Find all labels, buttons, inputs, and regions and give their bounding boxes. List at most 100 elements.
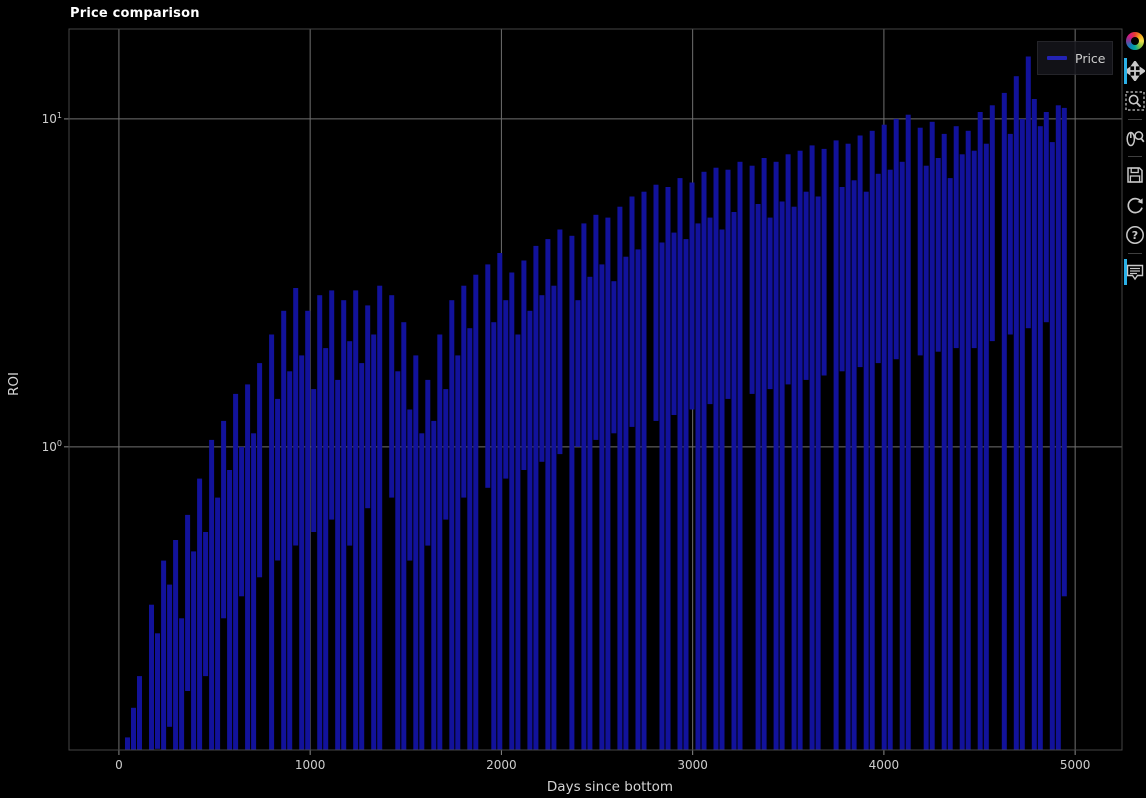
price-series-stroke [335, 380, 340, 750]
legend-line-swatch [1047, 56, 1067, 60]
x-axis-label: Days since bottom [460, 779, 760, 795]
price-series-stroke [347, 341, 352, 545]
legend: Price [1037, 41, 1113, 75]
price-series-stroke [978, 112, 983, 750]
price-series-stroke [660, 243, 665, 751]
price-series-stroke [431, 421, 436, 750]
price-series-stroke [533, 246, 538, 750]
plot-canvas[interactable] [0, 0, 1146, 798]
price-series-stroke [876, 174, 881, 363]
price-series-stroke [155, 633, 160, 749]
price-series-stroke [353, 290, 358, 750]
active-tool-indicator [1124, 259, 1127, 285]
price-series-stroke [389, 295, 394, 497]
price-series-stroke [527, 311, 532, 750]
price-series-stroke [557, 230, 562, 455]
price-series-stroke [185, 515, 190, 691]
price-series-stroke [774, 162, 779, 750]
price-series-stroke [623, 257, 628, 750]
x-tick-label: 1000 [280, 758, 340, 772]
price-series-stroke [834, 140, 839, 750]
price-series-stroke [720, 230, 725, 751]
reset-tool-icon[interactable] [1124, 194, 1146, 216]
price-series-stroke [551, 286, 556, 750]
price-series-stroke [491, 322, 496, 750]
price-series-stroke [822, 149, 827, 376]
price-series-stroke [654, 185, 659, 421]
price-series-stroke [960, 154, 965, 750]
price-series-stroke [209, 440, 214, 750]
price-series-stroke [191, 551, 196, 750]
price-series-stroke [780, 202, 785, 751]
price-series-stroke [569, 236, 574, 750]
price-series-stroke [221, 421, 226, 618]
price-series-stroke [636, 249, 641, 750]
price-series-stroke [792, 207, 797, 750]
price-series-stroke [798, 151, 803, 750]
toolbar-separator [1128, 119, 1142, 120]
price-series-stroke [852, 180, 857, 750]
price-series-stroke [894, 119, 899, 359]
price-series-stroke [407, 410, 412, 561]
price-series-stroke [377, 286, 382, 750]
price-series-stroke [161, 561, 166, 750]
active-tool-indicator [1124, 58, 1127, 84]
bokeh-toolbar: ? [1124, 26, 1146, 287]
price-series-stroke [419, 433, 424, 750]
price-series-stroke [1062, 108, 1067, 596]
price-series-stroke [293, 288, 298, 546]
price-series-stroke [227, 470, 232, 750]
price-series-stroke [251, 433, 256, 750]
price-series-stroke [1026, 57, 1031, 329]
price-series-stroke [942, 134, 947, 750]
save-icon [1125, 165, 1145, 185]
price-series-stroke [509, 273, 514, 751]
price-series-stroke [449, 300, 454, 750]
y-axis-label: ROI [6, 344, 22, 424]
price-series-stroke [257, 363, 262, 577]
price-series-stroke [678, 178, 683, 750]
price-series-stroke [1002, 93, 1007, 750]
help-tool-icon[interactable]: ? [1124, 224, 1146, 246]
price-series-stroke [936, 158, 941, 352]
price-series-stroke [714, 168, 719, 750]
price-series-stroke [395, 371, 400, 750]
price-series-stroke [858, 136, 863, 368]
box-zoom-tool-icon[interactable] [1124, 90, 1146, 112]
x-tick-label: 2000 [471, 758, 531, 772]
price-series-stroke [1032, 99, 1037, 750]
price-series-stroke [311, 389, 316, 532]
price-series-stroke [666, 187, 671, 750]
pan-tool-icon[interactable] [1124, 60, 1146, 82]
price-series-stroke [690, 183, 695, 410]
price-series-stroke [990, 105, 995, 341]
price-series-stroke [756, 204, 761, 750]
price-series-stroke [215, 498, 220, 750]
price-series-stroke [521, 261, 526, 471]
price-series-stroke [131, 708, 136, 750]
price-series-stroke [816, 197, 821, 751]
price-series-stroke [617, 207, 622, 750]
y-tick-label: 100 [4, 439, 62, 454]
price-series-stroke [275, 399, 280, 561]
price-series-stroke [371, 335, 376, 751]
price-series-stroke [684, 239, 689, 750]
price-series-stroke [1008, 134, 1013, 335]
price-series-stroke [497, 253, 502, 750]
price-series-stroke [804, 192, 809, 380]
price-series-stroke [726, 170, 731, 399]
price-series-stroke [1050, 142, 1055, 750]
pan-icon [1125, 61, 1145, 81]
price-series-stroke [672, 233, 677, 415]
price-series-stroke [906, 115, 911, 750]
bokeh-logo[interactable] [1124, 30, 1146, 52]
price-series-stroke [930, 122, 935, 750]
box-zoom-icon [1125, 91, 1145, 111]
price-series-stroke [762, 158, 767, 750]
price-series-stroke [125, 737, 130, 750]
save-tool-icon[interactable] [1124, 164, 1146, 186]
price-series-stroke [461, 286, 466, 498]
hover-tool-icon[interactable] [1124, 261, 1146, 283]
wheel-zoom-tool-icon[interactable] [1124, 127, 1146, 149]
price-series-stroke [173, 540, 178, 750]
